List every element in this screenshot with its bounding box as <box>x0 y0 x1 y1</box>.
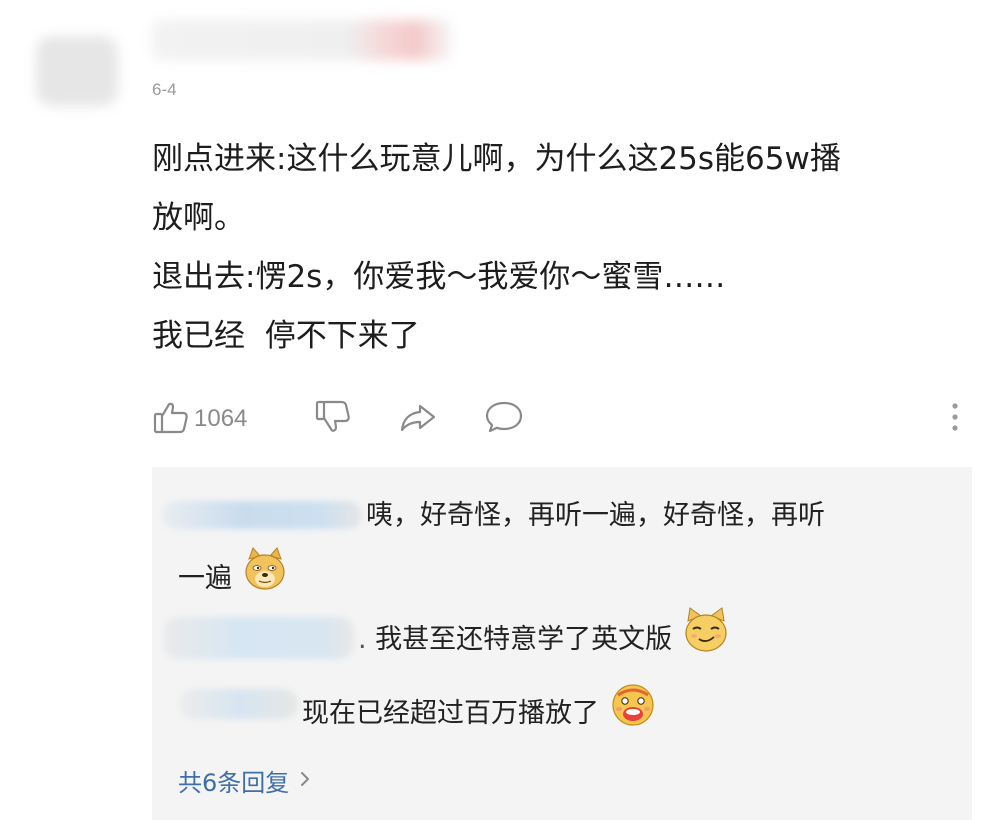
comment-line: 刚点进来:这什么玩意儿啊，为什么这25s能65w播 <box>152 141 841 177</box>
comment-body: 刚点进来:这什么玩意儿啊，为什么这25s能65w播 放啊。 退出去:愣2s，你爱… <box>152 130 962 366</box>
reply-text-continued: 一遍 <box>178 545 289 614</box>
username-blurred[interactable] <box>152 20 452 60</box>
reply-author-blurred[interactable] <box>164 617 354 659</box>
more-vertical-icon <box>948 398 962 440</box>
comment-icon <box>484 398 524 440</box>
like-count: 1064 <box>194 405 248 432</box>
reply-button[interactable] <box>484 398 524 440</box>
reply-author-blurred[interactable] <box>180 689 298 719</box>
view-more-replies-link[interactable]: 共6条回复 <box>178 763 311 798</box>
comment-screenshot: 6-4 刚点进来:这什么玩意儿啊，为什么这25s能65w播 放啊。 退出去:愣2… <box>0 0 1000 820</box>
share-button[interactable] <box>398 398 438 440</box>
comment-action-bar: 1064 <box>152 398 982 440</box>
thumbs-up-icon <box>152 398 190 440</box>
like-button[interactable]: 1064 <box>152 398 247 440</box>
more-options-button[interactable] <box>948 398 962 440</box>
chevron-right-icon <box>299 767 311 795</box>
reply-text: . 我甚至还特意学了英文版 <box>358 605 731 676</box>
comment-line: 我已经 停不下来了 <box>152 318 420 354</box>
share-icon <box>398 398 438 440</box>
comment-line: 退出去:愣2s，你爱我～我爱你～蜜雪…… <box>152 259 726 295</box>
reply-text: 咦，好奇怪，再听一遍，好奇怪，再听 <box>366 500 825 531</box>
thumbs-down-icon <box>314 398 352 440</box>
replies-panel: 咦，好奇怪，再听一遍，好奇怪，再听 一遍 . 我甚至还特意学了英文版 现在已经超… <box>152 467 972 820</box>
dislike-button[interactable] <box>314 398 352 440</box>
doge-emoji-icon <box>241 545 289 614</box>
mind-blown-emoji-icon <box>608 679 658 750</box>
smirk-cat-emoji-icon <box>681 605 731 676</box>
comment-date: 6-4 <box>152 80 177 99</box>
comment-line: 放啊。 <box>152 200 245 236</box>
reply-text: 现在已经超过百万播放了 <box>302 679 658 750</box>
avatar[interactable] <box>36 36 118 106</box>
reply-author-blurred[interactable] <box>162 501 362 529</box>
